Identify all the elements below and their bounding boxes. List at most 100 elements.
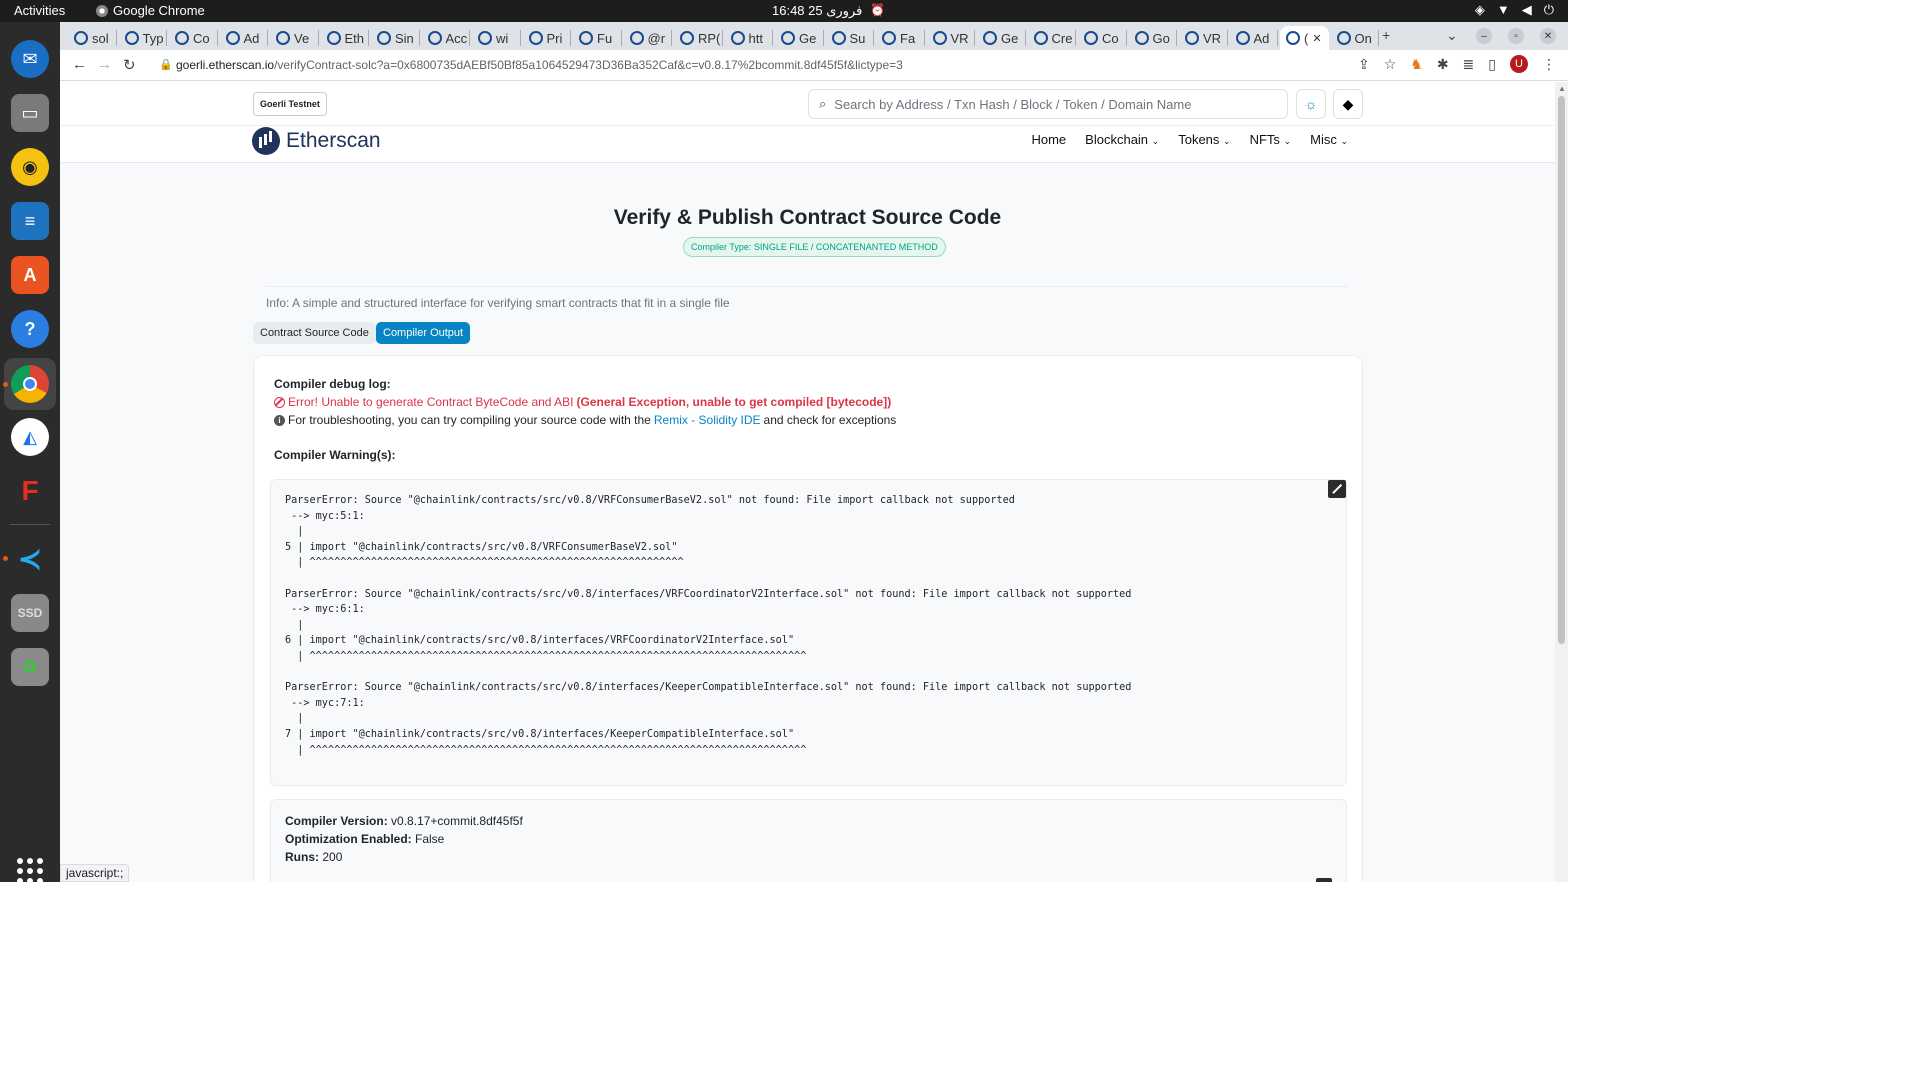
page-scrollbar[interactable]: ▲ (1555, 82, 1568, 882)
extensions-icon[interactable]: ✱ (1437, 56, 1449, 73)
theme-toggle-icon[interactable]: ☼ (1296, 89, 1326, 119)
tab-separator (469, 30, 470, 46)
ssd-drive-icon[interactable]: SSD (11, 594, 49, 632)
browser-tab[interactable]: Pri (523, 26, 571, 50)
tab-label: Sin (395, 30, 414, 46)
bookmark-star-icon[interactable]: ☆ (1384, 56, 1397, 73)
runs-label: Runs: (285, 850, 319, 864)
expand-icon-2[interactable] (1316, 878, 1332, 882)
network-badge[interactable]: Goerli Testnet (253, 92, 327, 116)
maximize-button[interactable]: ▫ (1508, 28, 1524, 44)
reload-icon[interactable]: ↻ (123, 56, 136, 74)
browser-tab[interactable]: Su (826, 26, 874, 50)
tab-compiler-output[interactable]: Compiler Output (376, 322, 471, 344)
files-icon[interactable]: ▭ (11, 94, 49, 132)
browser-tab[interactable]: Eth (321, 26, 369, 50)
browser-tab[interactable]: Co (169, 26, 218, 50)
browser-tab[interactable]: Acc (422, 26, 470, 50)
browser-tab[interactable]: Go (1129, 26, 1177, 50)
browser-tab[interactable]: On (1331, 26, 1379, 50)
tip-suffix: and check for exceptions (763, 413, 897, 427)
profile-avatar[interactable]: U (1510, 55, 1528, 73)
scroll-up-arrow-icon[interactable]: ▲ (1558, 84, 1566, 93)
scrollbar-thumb[interactable] (1558, 96, 1565, 644)
etherscan-logo[interactable]: Etherscan (252, 126, 381, 156)
activities-button[interactable]: Activities (14, 3, 65, 18)
nav-misc[interactable]: Misc ⌄ (1310, 132, 1348, 147)
browser-tab[interactable]: VR (1179, 26, 1228, 50)
filezilla-icon[interactable]: F (11, 472, 49, 510)
tab-label: Ge (799, 30, 817, 46)
browser-tab[interactable]: Sin (371, 26, 420, 50)
search-box[interactable]: ⌕ (808, 89, 1288, 119)
tab-separator (216, 30, 218, 46)
warnings-log-box[interactable]: ParserError: Source "@chainlink/contract… (270, 479, 1347, 786)
tab-separator (368, 30, 369, 46)
browser-tab[interactable]: Co (1078, 26, 1127, 50)
ethereum-icon[interactable]: ◆ (1333, 89, 1363, 119)
close-tab-icon[interactable]: ✕ (1312, 32, 1321, 45)
volume-icon: ◀ (1521, 2, 1532, 17)
vscode-icon[interactable]: ≺ (11, 540, 49, 578)
chrome-dock-icon[interactable] (11, 365, 49, 403)
expand-icon[interactable] (1328, 480, 1346, 498)
chrome-menu-icon[interactable]: ⋮ (1542, 56, 1556, 73)
browser-tab[interactable]: wi (472, 26, 521, 50)
optimization-row: Optimization Enabled: False (285, 832, 444, 846)
tab-label: On (1354, 30, 1372, 46)
trash-icon[interactable]: ♻ (11, 648, 49, 686)
close-window-button[interactable]: ✕ (1540, 28, 1556, 44)
browser-tab[interactable]: Ve (270, 26, 319, 50)
browser-tab[interactable]: sol (68, 26, 117, 50)
browser-tab[interactable]: (✕ (1280, 26, 1329, 50)
browser-tab[interactable]: @r (624, 26, 672, 50)
show-apps-icon[interactable] (17, 858, 43, 884)
nav-tokens[interactable]: Tokens ⌄ (1178, 132, 1230, 147)
tab-favicon-icon (1286, 31, 1300, 45)
browser-tab[interactable]: Ad (220, 26, 268, 50)
tab-label: Co (1102, 30, 1119, 46)
browser-tab[interactable]: htt (725, 26, 773, 50)
browser-tab[interactable]: Cre (1028, 26, 1076, 50)
tab-favicon-icon (1185, 31, 1199, 45)
browser-tab[interactable]: VR (927, 26, 975, 50)
back-icon[interactable]: ← (72, 56, 87, 73)
nav-blockchain[interactable]: Blockchain ⌄ (1085, 132, 1159, 147)
compiler-version-value: v0.8.17+commit.8df45f5f (391, 814, 523, 828)
tab-contract-source-code[interactable]: Contract Source Code (253, 322, 376, 344)
app-menu[interactable]: Google Chrome (96, 3, 205, 18)
search-input[interactable] (834, 96, 1275, 112)
browser-tab[interactable]: Ge (977, 26, 1026, 50)
tab-separator (519, 30, 521, 46)
side-panel-icon[interactable]: ▯ (1488, 56, 1496, 73)
browser-tab[interactable]: Fu (573, 26, 622, 50)
clock[interactable]: 16:48 25 فروری (772, 3, 862, 19)
writer-icon[interactable]: ≡ (11, 202, 49, 240)
browser-tab[interactable]: Ge (775, 26, 824, 50)
browser-tab[interactable]: Fa (876, 26, 925, 50)
lock-icon[interactable]: 🔒 (159, 58, 173, 71)
address-bar[interactable]: goerli.etherscan.io/verifyContract-solc?… (176, 58, 903, 72)
app-icon[interactable]: ◭ (11, 418, 49, 456)
help-icon[interactable]: ? (11, 310, 49, 348)
browser-tab[interactable]: Typ (119, 26, 167, 50)
dock: ✉ ▭ ◉ ≡ A ? ◭ F ≺ SSD ♻ (0, 22, 60, 884)
system-tray[interactable]: ◈ ▼ ◀ ⏻ (1475, 2, 1554, 18)
browser-tab[interactable]: Ad (1230, 26, 1278, 50)
forward-icon[interactable]: → (97, 56, 112, 73)
remix-link[interactable]: Remix - Solidity IDE (654, 413, 761, 427)
minimize-button[interactable]: – (1476, 28, 1492, 44)
media-icon[interactable]: ≣ (1463, 56, 1475, 73)
thunderbird-icon[interactable]: ✉ (11, 40, 49, 78)
tab-favicon-icon (377, 31, 391, 45)
error-text: Error! Unable to generate Contract ByteC… (288, 395, 574, 409)
metamask-icon[interactable]: ♞ (1410, 56, 1423, 73)
browser-tab[interactable]: RP( (674, 26, 723, 50)
share-icon[interactable]: ⇪ (1358, 56, 1370, 73)
nav-nfts[interactable]: NFTs ⌄ (1250, 132, 1292, 147)
app-center-icon[interactable]: A (11, 256, 49, 294)
tab-search-icon[interactable]: ⌄ (1446, 27, 1458, 44)
new-tab-button[interactable]: + (1382, 27, 1390, 43)
nav-home[interactable]: Home (1031, 132, 1066, 147)
rhythmbox-icon[interactable]: ◉ (11, 148, 49, 186)
